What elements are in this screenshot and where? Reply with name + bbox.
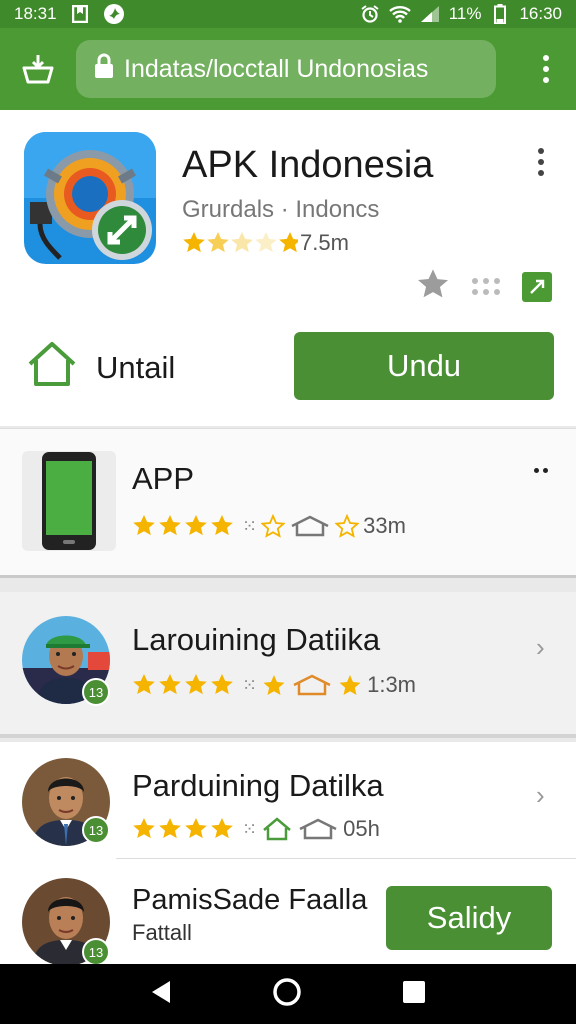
list-item-title: Larouining Datiika — [132, 622, 381, 657]
status-time-left: 18:31 — [14, 4, 57, 23]
status-bar: 18:31 11% 16:30 — [0, 0, 576, 28]
app-more-icon[interactable] — [538, 148, 544, 176]
home-circle-icon[interactable] — [272, 977, 302, 1012]
house-outline-icon — [291, 515, 329, 537]
app-title: APK Indonesia — [182, 144, 434, 186]
lock-icon — [94, 53, 114, 86]
star-rating-icon — [183, 232, 298, 253]
list-item-title: Parduining Datilka — [132, 768, 384, 803]
app-rating: 7.5m — [182, 230, 349, 256]
share-icon[interactable] — [522, 271, 552, 302]
house-icon — [26, 340, 78, 396]
app-card-rating-count: 33m — [363, 513, 406, 538]
list-item-subtitle: Fattall — [132, 920, 192, 945]
browser-toolbar: Indatas/locctall Undonosias — [0, 28, 576, 110]
half-dots-icon: ⁙ — [242, 515, 258, 536]
star-rating-icon — [133, 818, 233, 839]
download-button[interactable]: Undu — [294, 332, 554, 400]
system-nav-bar — [0, 964, 576, 1024]
half-dots-icon: ⁙ — [242, 674, 258, 695]
chevron-right-icon[interactable]: › — [536, 780, 545, 811]
status-time-right: 16:30 — [519, 4, 562, 23]
half-dots-icon: ⁙ — [242, 818, 258, 839]
app-header-card: APK Indonesia Grurdals · Indoncs 7.5m Un… — [0, 110, 576, 426]
chevron-right-icon[interactable]: › — [536, 632, 545, 663]
house-outline-icon — [293, 674, 331, 696]
app-logo-icon — [24, 132, 156, 264]
grid-icon[interactable] — [472, 278, 500, 295]
app-developer: Grurdals · Indoncs — [182, 196, 380, 223]
app-rating-count: 7.5m — [300, 230, 349, 255]
home-basket-icon[interactable] — [16, 47, 60, 91]
star-rating-icon — [133, 515, 233, 536]
house-outline-icon — [299, 818, 337, 840]
star-outline-icon — [335, 514, 360, 538]
app-card-rating: ⁙ 33m — [132, 513, 406, 539]
salidy-button[interactable]: Salidy — [386, 886, 552, 950]
phone-icon — [22, 451, 116, 551]
divider — [116, 858, 576, 859]
badge: 13 — [82, 938, 110, 966]
cell-signal-icon — [419, 3, 441, 25]
wifi-icon — [388, 3, 411, 25]
star-icon — [263, 675, 285, 695]
list-item-title: PamisSade Faalla — [132, 884, 368, 916]
signal-bird-icon — [103, 3, 125, 25]
house-outline-icon — [263, 817, 291, 841]
recents-icon[interactable] — [402, 980, 426, 1009]
bookmark-icon — [69, 3, 91, 25]
battery-icon — [489, 3, 511, 25]
list-item-rating: ⁙ 1:3m — [132, 672, 416, 698]
alarm-icon — [359, 3, 381, 25]
list-item-rating-count: 05h — [343, 816, 380, 841]
app-actions — [416, 268, 552, 305]
url-bar[interactable]: Indatas/locctall Undonosias — [76, 40, 496, 98]
install-label: Untail — [96, 350, 176, 385]
battery-percent: 11% — [448, 4, 482, 23]
back-icon[interactable] — [150, 979, 172, 1010]
app-card-title: APP — [132, 461, 195, 496]
install-link[interactable]: Untail — [26, 340, 175, 396]
app-card[interactable]: APP ⁙ 33m — [0, 428, 576, 578]
badge: 13 — [82, 678, 110, 706]
list-item-rating-count: 1:3m — [367, 672, 417, 697]
list-item[interactable]: 13 Larouining Datiika ⁙ 1:3m › — [0, 592, 576, 738]
badge: 13 — [82, 816, 110, 844]
star-icon — [339, 675, 361, 695]
app-card-more-icon[interactable] — [534, 468, 548, 473]
star-outline-icon — [261, 514, 286, 538]
url-text: Indatas/locctall Undonosias — [124, 54, 429, 83]
star-icon[interactable] — [416, 268, 450, 305]
more-vert-icon[interactable] — [532, 55, 560, 83]
star-rating-icon — [133, 674, 233, 695]
list-item-rating: ⁙ 05h — [132, 816, 380, 842]
